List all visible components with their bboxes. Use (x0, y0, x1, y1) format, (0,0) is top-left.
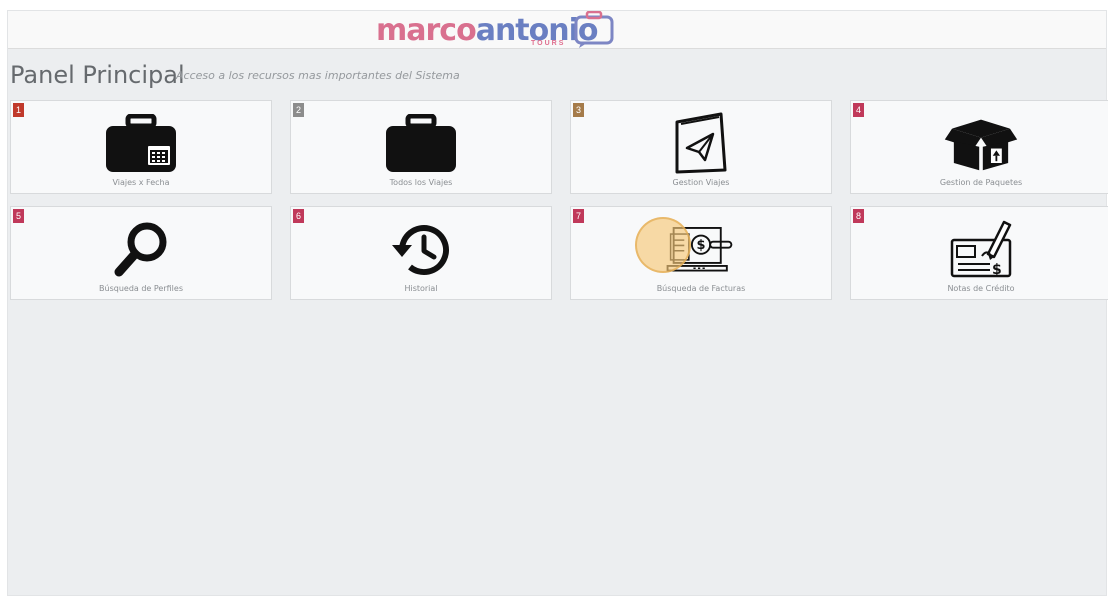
logo-tagline: TOURS (531, 40, 566, 47)
magnifier-icon (103, 219, 179, 281)
tile-number-badge: 6 (293, 209, 304, 223)
logo-word-marco: marco (376, 13, 477, 48)
tile-label: Búsqueda de Facturas (656, 284, 746, 293)
tile-label: Gestion de Paquetes (939, 178, 1023, 187)
brand-logo[interactable]: marcoantonio TOURS (376, 11, 626, 49)
app-frame: marcoantonio TOURS Panel Principal Acces… (7, 10, 1108, 596)
tile-busqueda-de-facturas[interactable]: 7 $ Búsqueda de Facturas (570, 206, 832, 300)
top-bar: marcoantonio TOURS (8, 11, 1106, 49)
svg-text:$: $ (992, 262, 1002, 278)
tile-todos-los-viajes[interactable]: 2 Todos los Viajes (290, 100, 552, 194)
history-icon (383, 219, 459, 281)
briefcase-calendar-icon (103, 113, 179, 175)
tile-number-badge: 8 (853, 209, 864, 223)
tile-label: Búsqueda de Perfiles (99, 284, 183, 293)
open-box-icon (943, 113, 1019, 175)
tile-notas-de-credito[interactable]: 8 $ Notas de Crédito (850, 206, 1108, 300)
tile-historial[interactable]: 6 Historial (290, 206, 552, 300)
tile-number-badge: 7 (573, 209, 584, 223)
tile-busqueda-de-perfiles[interactable]: 5 Búsqueda de Perfiles (10, 206, 272, 300)
tile-gestion-viajes[interactable]: 3 Gestion Viajes (570, 100, 832, 194)
tile-number-badge: 5 (13, 209, 24, 223)
suitcase-logo-icon (574, 11, 614, 48)
invoice-laptop-icon: $ (663, 219, 739, 281)
tile-number-badge: 2 (293, 103, 304, 117)
paper-plane-icon (663, 112, 739, 175)
tile-viajes-x-fecha[interactable]: 1 Viajes x Fecha (10, 100, 272, 194)
svg-text:$: $ (696, 238, 705, 253)
page-title: Panel Principal (10, 61, 185, 89)
tile-number-badge: 1 (13, 103, 24, 117)
tile-label: Viajes x Fecha (112, 178, 170, 187)
tile-number-badge: 4 (853, 103, 864, 117)
tile-number-badge: 3 (573, 103, 584, 117)
tile-label: Todos los Viajes (389, 178, 453, 187)
tile-label: Gestion Viajes (672, 178, 730, 187)
check-pen-icon: $ (943, 219, 1019, 281)
page-subtitle: Acceso a los recursos mas importantes de… (176, 69, 460, 82)
tile-label: Notas de Crédito (947, 284, 1015, 293)
tile-gestion-de-paquetes[interactable]: 4 Gestion de Paquetes (850, 100, 1108, 194)
tile-label: Historial (404, 284, 438, 293)
briefcase-icon (383, 113, 459, 175)
